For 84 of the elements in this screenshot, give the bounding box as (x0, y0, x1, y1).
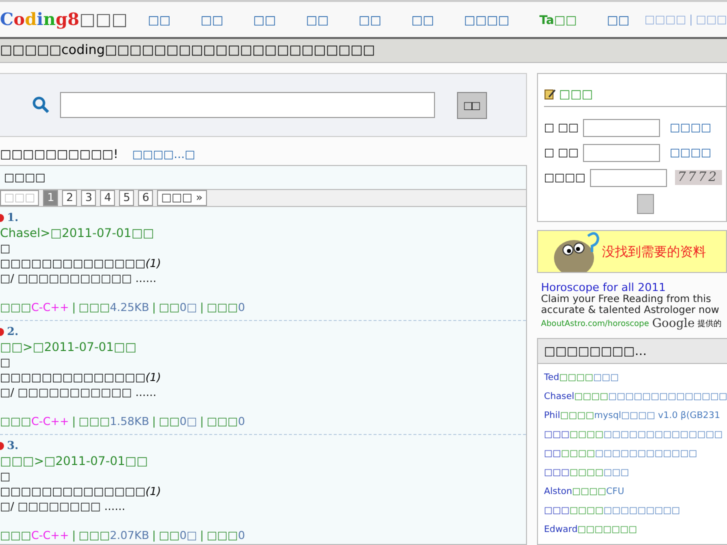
cartoon-rock-drawing (552, 231, 600, 272)
banner-text: 没找到需要的资料 (602, 244, 706, 260)
result-byline[interactable]: Chasel>□2011-07-01□□ (0, 226, 526, 240)
recent-item[interactable]: Ted□□□□□□□ (544, 370, 725, 386)
pager-link[interactable]: □□□ » (157, 190, 207, 206)
field-label: □ □□ (544, 121, 579, 134)
result-number: 1. (7, 211, 18, 224)
pager-link[interactable]: 1 (43, 190, 58, 206)
captcha-image: 7772 (674, 170, 722, 185)
field-link[interactable]: □□□□ (670, 146, 712, 159)
tagline: □□□□□coding□□□□□□□□□□□□□□□□□□□□□□ (0, 39, 727, 63)
separator: | (689, 13, 693, 26)
nav-link[interactable]: □□ (132, 12, 186, 26)
banner[interactable]: 没找到需要的资料 (537, 230, 727, 273)
field-link[interactable]: □□□□ (670, 121, 712, 134)
separator: | (72, 529, 76, 542)
result-excerpt: □/ □□□□□□□□□□□ ...... (0, 386, 158, 399)
recent-item[interactable]: Phil□□□□mysql□□□□ v1.0 β(GB231 (544, 408, 725, 424)
input-field[interactable] (590, 168, 667, 186)
login-title: □□□ (559, 87, 594, 101)
separator: | (152, 529, 156, 542)
ad-text: Claim your Free Reading from this accurate & talented Astrologer now (541, 294, 720, 316)
result-byline[interactable]: □□□>□2011-07-01□□ (0, 454, 526, 468)
result-meta: □□□C-C++ | □□□4.25KB | □□0□ | □□□0 (0, 301, 246, 314)
note-pencil-icon (544, 88, 556, 100)
bullet-icon (0, 442, 4, 450)
input-field[interactable] (582, 144, 660, 162)
pager-link[interactable]: 5 (119, 190, 134, 206)
pager-link[interactable]: 6 (138, 190, 154, 206)
separator: | (200, 301, 204, 314)
separator: | (200, 415, 204, 428)
result-title: □□□□□□□□□□□□□□(1) (0, 371, 162, 384)
separator: | (72, 415, 76, 428)
separator: | (152, 301, 156, 314)
result-excerpt: □/ □□□□□□□□□□□ ...... (0, 272, 158, 285)
nav-link[interactable]: □□ (396, 12, 450, 26)
search-icon (32, 96, 50, 114)
separator: | (200, 529, 204, 542)
recent-title: □□□□□□□□… (538, 339, 727, 364)
submit-button[interactable] (637, 194, 654, 214)
result-title: □□□□□□□□□□□□□□(1) (0, 485, 162, 498)
ad-brand-suffix: 提供的 (698, 318, 722, 328)
notice-text: □□□□□□□□□□! (0, 147, 118, 161)
ad-brand: Google (652, 316, 695, 330)
search-button[interactable]: □□ (457, 92, 487, 118)
ad-url[interactable]: AboutAstro.com/horoscope (541, 318, 650, 328)
result-meta: □□□C-C++ | □□□1.58KB | □□0□ | □□□0 (0, 415, 246, 428)
result-text: □ (0, 356, 12, 369)
recent-item[interactable]: □□□□□□□□□□ (544, 465, 725, 481)
field-label: □□□□ (544, 171, 586, 184)
nav-link[interactable]: Ta□□ (524, 12, 592, 26)
bullet-icon (0, 214, 4, 222)
result-text: □ (0, 242, 12, 255)
separator: | (72, 301, 76, 314)
result-number: 2. (7, 325, 18, 338)
nav-link[interactable]: □□□□ (449, 12, 524, 26)
bullet-icon (0, 328, 4, 336)
site-logo[interactable]: Coding8□□□ (0, 10, 133, 30)
recent-item[interactable]: Edward□□□□□□□ (544, 522, 725, 538)
recent-item[interactable]: □□□□□□□□□□□□□□□□□□□□□ (544, 427, 725, 443)
nav-link[interactable]: □□ (290, 12, 344, 26)
result-excerpt: □/ □□□□□□□□ ...... (0, 500, 126, 513)
recent-item[interactable]: □□□□□□□□□□□□□□□□ (544, 503, 725, 519)
result-meta: □□□C-C++ | □□□2.07KB | □□0□ | □□□0 (0, 529, 246, 542)
result-text: □ (0, 470, 12, 483)
nav-link[interactable]: □□ (592, 12, 645, 26)
result-title: □□□□□□□□□□□□□□(1) (0, 257, 162, 270)
separator: | (152, 415, 156, 428)
nav-link[interactable]: □□ (344, 12, 396, 26)
input-field[interactable] (582, 118, 660, 136)
field-label: □ □□ (544, 146, 579, 159)
nav-link[interactable]: □□ (238, 12, 291, 26)
pager-link[interactable]: 3 (81, 190, 96, 206)
recent-item[interactable]: Alston□□□□CFU (544, 484, 725, 500)
recent-item[interactable]: Chasel□□□□□□□□□□□□□□□□□□ (544, 389, 725, 405)
result-byline[interactable]: □□>□2011-07-01□□ (0, 340, 526, 354)
search-field[interactable] (60, 92, 435, 118)
result-number: 3. (7, 439, 18, 452)
recent-item[interactable]: □□□□□□□□□□□□□□□□□□ (544, 446, 725, 462)
notice-link[interactable]: □□□□…□ (132, 148, 196, 160)
ad-title[interactable]: Horoscope for all 2011 (541, 281, 727, 294)
nav-link[interactable]: □□ (186, 12, 238, 26)
pager-link[interactable]: 2 (62, 190, 78, 206)
pager-link[interactable]: 4 (100, 190, 116, 206)
